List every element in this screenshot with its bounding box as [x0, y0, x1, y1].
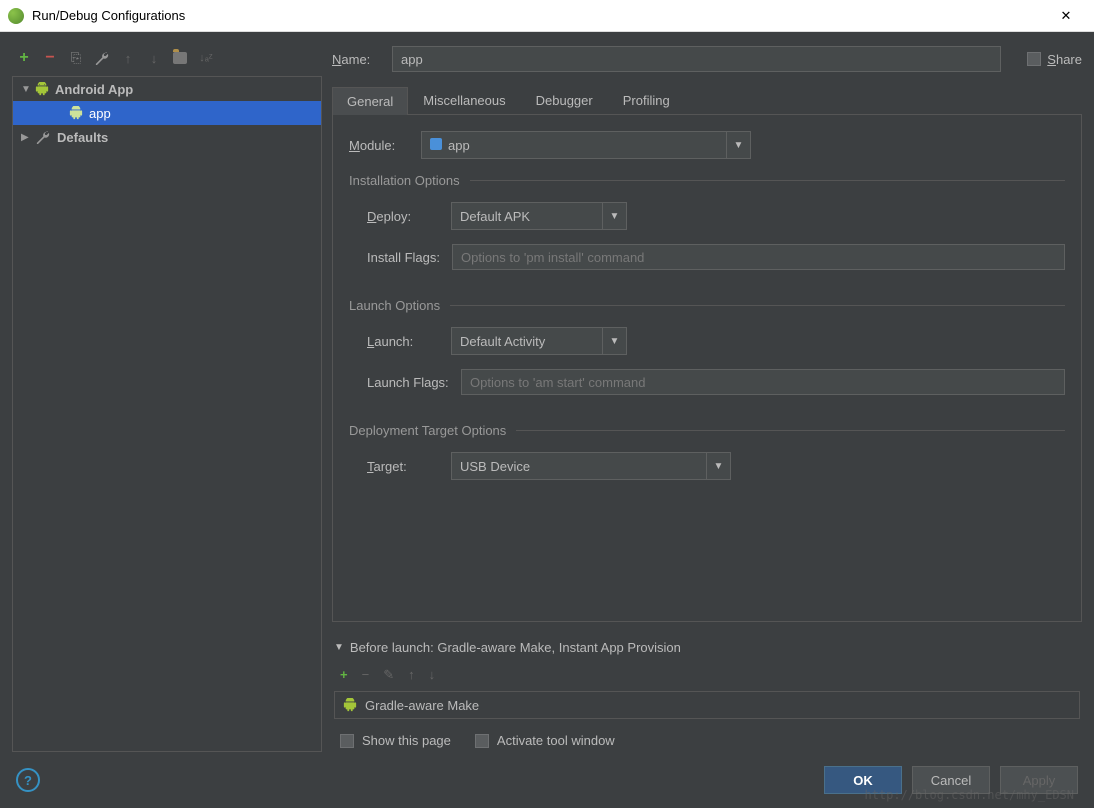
- tab-content-general: Module: app ▼ Installation Options Deplo…: [332, 115, 1082, 622]
- share-checkbox[interactable]: [1027, 52, 1041, 66]
- window-title: Run/Debug Configurations: [32, 8, 1046, 23]
- bl-remove-icon[interactable]: −: [362, 667, 370, 683]
- tree-defaults-label: Defaults: [57, 130, 108, 145]
- deploy-select[interactable]: Default APK ▼: [451, 202, 627, 230]
- installation-legend: Installation Options: [349, 173, 470, 188]
- watermark: http://blog.csdn.net/mhy_EDSN: [864, 788, 1074, 802]
- launch-flags-label: Launch Flags:: [349, 375, 449, 390]
- name-input[interactable]: [392, 46, 1001, 72]
- install-flags-input[interactable]: [452, 244, 1065, 270]
- launch-select[interactable]: Default Activity ▼: [451, 327, 627, 355]
- help-icon[interactable]: ?: [16, 768, 40, 792]
- sort-icon[interactable]: ↓ₐᶻ: [198, 50, 214, 66]
- chevron-down-icon: ▼: [602, 328, 626, 354]
- module-label: Module:: [349, 138, 409, 153]
- bl-up-icon[interactable]: ↑: [408, 667, 415, 683]
- config-tree: ▼ Android App app ▶ Defaults: [12, 76, 322, 752]
- android-icon: [35, 82, 49, 96]
- module-icon: [430, 138, 442, 150]
- module-select[interactable]: app ▼: [421, 131, 751, 159]
- target-label: Target:: [349, 459, 439, 474]
- show-page-label: Show this page: [362, 733, 451, 748]
- chevron-down-icon: ▼: [726, 132, 750, 158]
- deployment-target-group: Deployment Target Options Target: USB De…: [349, 423, 1065, 498]
- config-toolbar: + − ⎘ ↑ ↓ ↓ₐᶻ: [12, 44, 322, 72]
- deploy-label: Deploy:: [349, 209, 439, 224]
- tab-profiling[interactable]: Profiling: [608, 86, 685, 114]
- wrench-icon: [35, 129, 51, 145]
- before-launch-section: ▼ Before launch: Gradle-aware Make, Inst…: [332, 640, 1082, 752]
- expand-arrow-icon: ▼: [21, 84, 31, 95]
- tree-group-defaults[interactable]: ▶ Defaults: [13, 125, 321, 149]
- expand-arrow-icon[interactable]: ▼: [334, 642, 344, 653]
- tab-general[interactable]: General: [332, 87, 408, 115]
- name-label: Name:: [332, 52, 382, 67]
- close-icon[interactable]: ✕: [1046, 0, 1086, 32]
- show-page-checkbox[interactable]: [340, 734, 354, 748]
- copy-icon[interactable]: ⎘: [68, 50, 84, 66]
- before-launch-title: Before launch: Gradle-aware Make, Instan…: [350, 640, 681, 655]
- before-launch-list: Gradle-aware Make: [334, 691, 1080, 719]
- tree-item-app[interactable]: app: [13, 101, 321, 125]
- chevron-down-icon: ▼: [706, 453, 730, 479]
- launch-label: Launch:: [349, 334, 439, 349]
- app-icon: [8, 8, 24, 24]
- tabs: General Miscellaneous Debugger Profiling: [332, 86, 1082, 115]
- tab-miscellaneous[interactable]: Miscellaneous: [408, 86, 520, 114]
- activate-window-label: Activate tool window: [497, 733, 615, 748]
- before-launch-item-label: Gradle-aware Make: [365, 698, 479, 713]
- bl-add-icon[interactable]: +: [340, 667, 348, 683]
- right-panel: Name: Share General Miscellaneous Debugg…: [332, 44, 1082, 752]
- bl-edit-icon[interactable]: ✎: [383, 667, 394, 683]
- tree-group-label: Android App: [55, 82, 133, 97]
- remove-icon[interactable]: −: [42, 50, 58, 66]
- gradle-icon: [343, 698, 357, 712]
- installation-options-group: Installation Options Deploy: Default APK…: [349, 173, 1065, 288]
- launch-value: Default Activity: [460, 334, 545, 349]
- tree-group-android-app[interactable]: ▼ Android App: [13, 77, 321, 101]
- activate-window-checkbox[interactable]: [475, 734, 489, 748]
- install-flags-label: Install Flags:: [349, 250, 440, 265]
- move-down-icon[interactable]: ↓: [146, 50, 162, 66]
- before-launch-item[interactable]: Gradle-aware Make: [335, 692, 1079, 718]
- launch-options-group: Launch Options Launch: Default Activity …: [349, 298, 1065, 413]
- deployment-legend: Deployment Target Options: [349, 423, 516, 438]
- left-panel: + − ⎘ ↑ ↓ ↓ₐᶻ ▼ Android App: [12, 44, 322, 752]
- target-value: USB Device: [460, 459, 530, 474]
- titlebar: Run/Debug Configurations ✕: [0, 0, 1094, 32]
- tree-item-label: app: [89, 106, 111, 121]
- android-icon: [69, 106, 83, 120]
- launch-legend: Launch Options: [349, 298, 450, 313]
- launch-flags-input[interactable]: [461, 369, 1065, 395]
- add-icon[interactable]: +: [16, 50, 32, 66]
- share-label: Share: [1047, 52, 1082, 67]
- target-select[interactable]: USB Device ▼: [451, 452, 731, 480]
- collapse-arrow-icon: ▶: [21, 132, 31, 143]
- edit-templates-icon[interactable]: [94, 50, 110, 66]
- move-up-icon[interactable]: ↑: [120, 50, 136, 66]
- bl-down-icon[interactable]: ↓: [429, 667, 436, 683]
- deploy-value: Default APK: [460, 209, 530, 224]
- folder-icon[interactable]: [172, 50, 188, 66]
- chevron-down-icon: ▼: [602, 203, 626, 229]
- module-value: app: [448, 138, 470, 153]
- tab-debugger[interactable]: Debugger: [521, 86, 608, 114]
